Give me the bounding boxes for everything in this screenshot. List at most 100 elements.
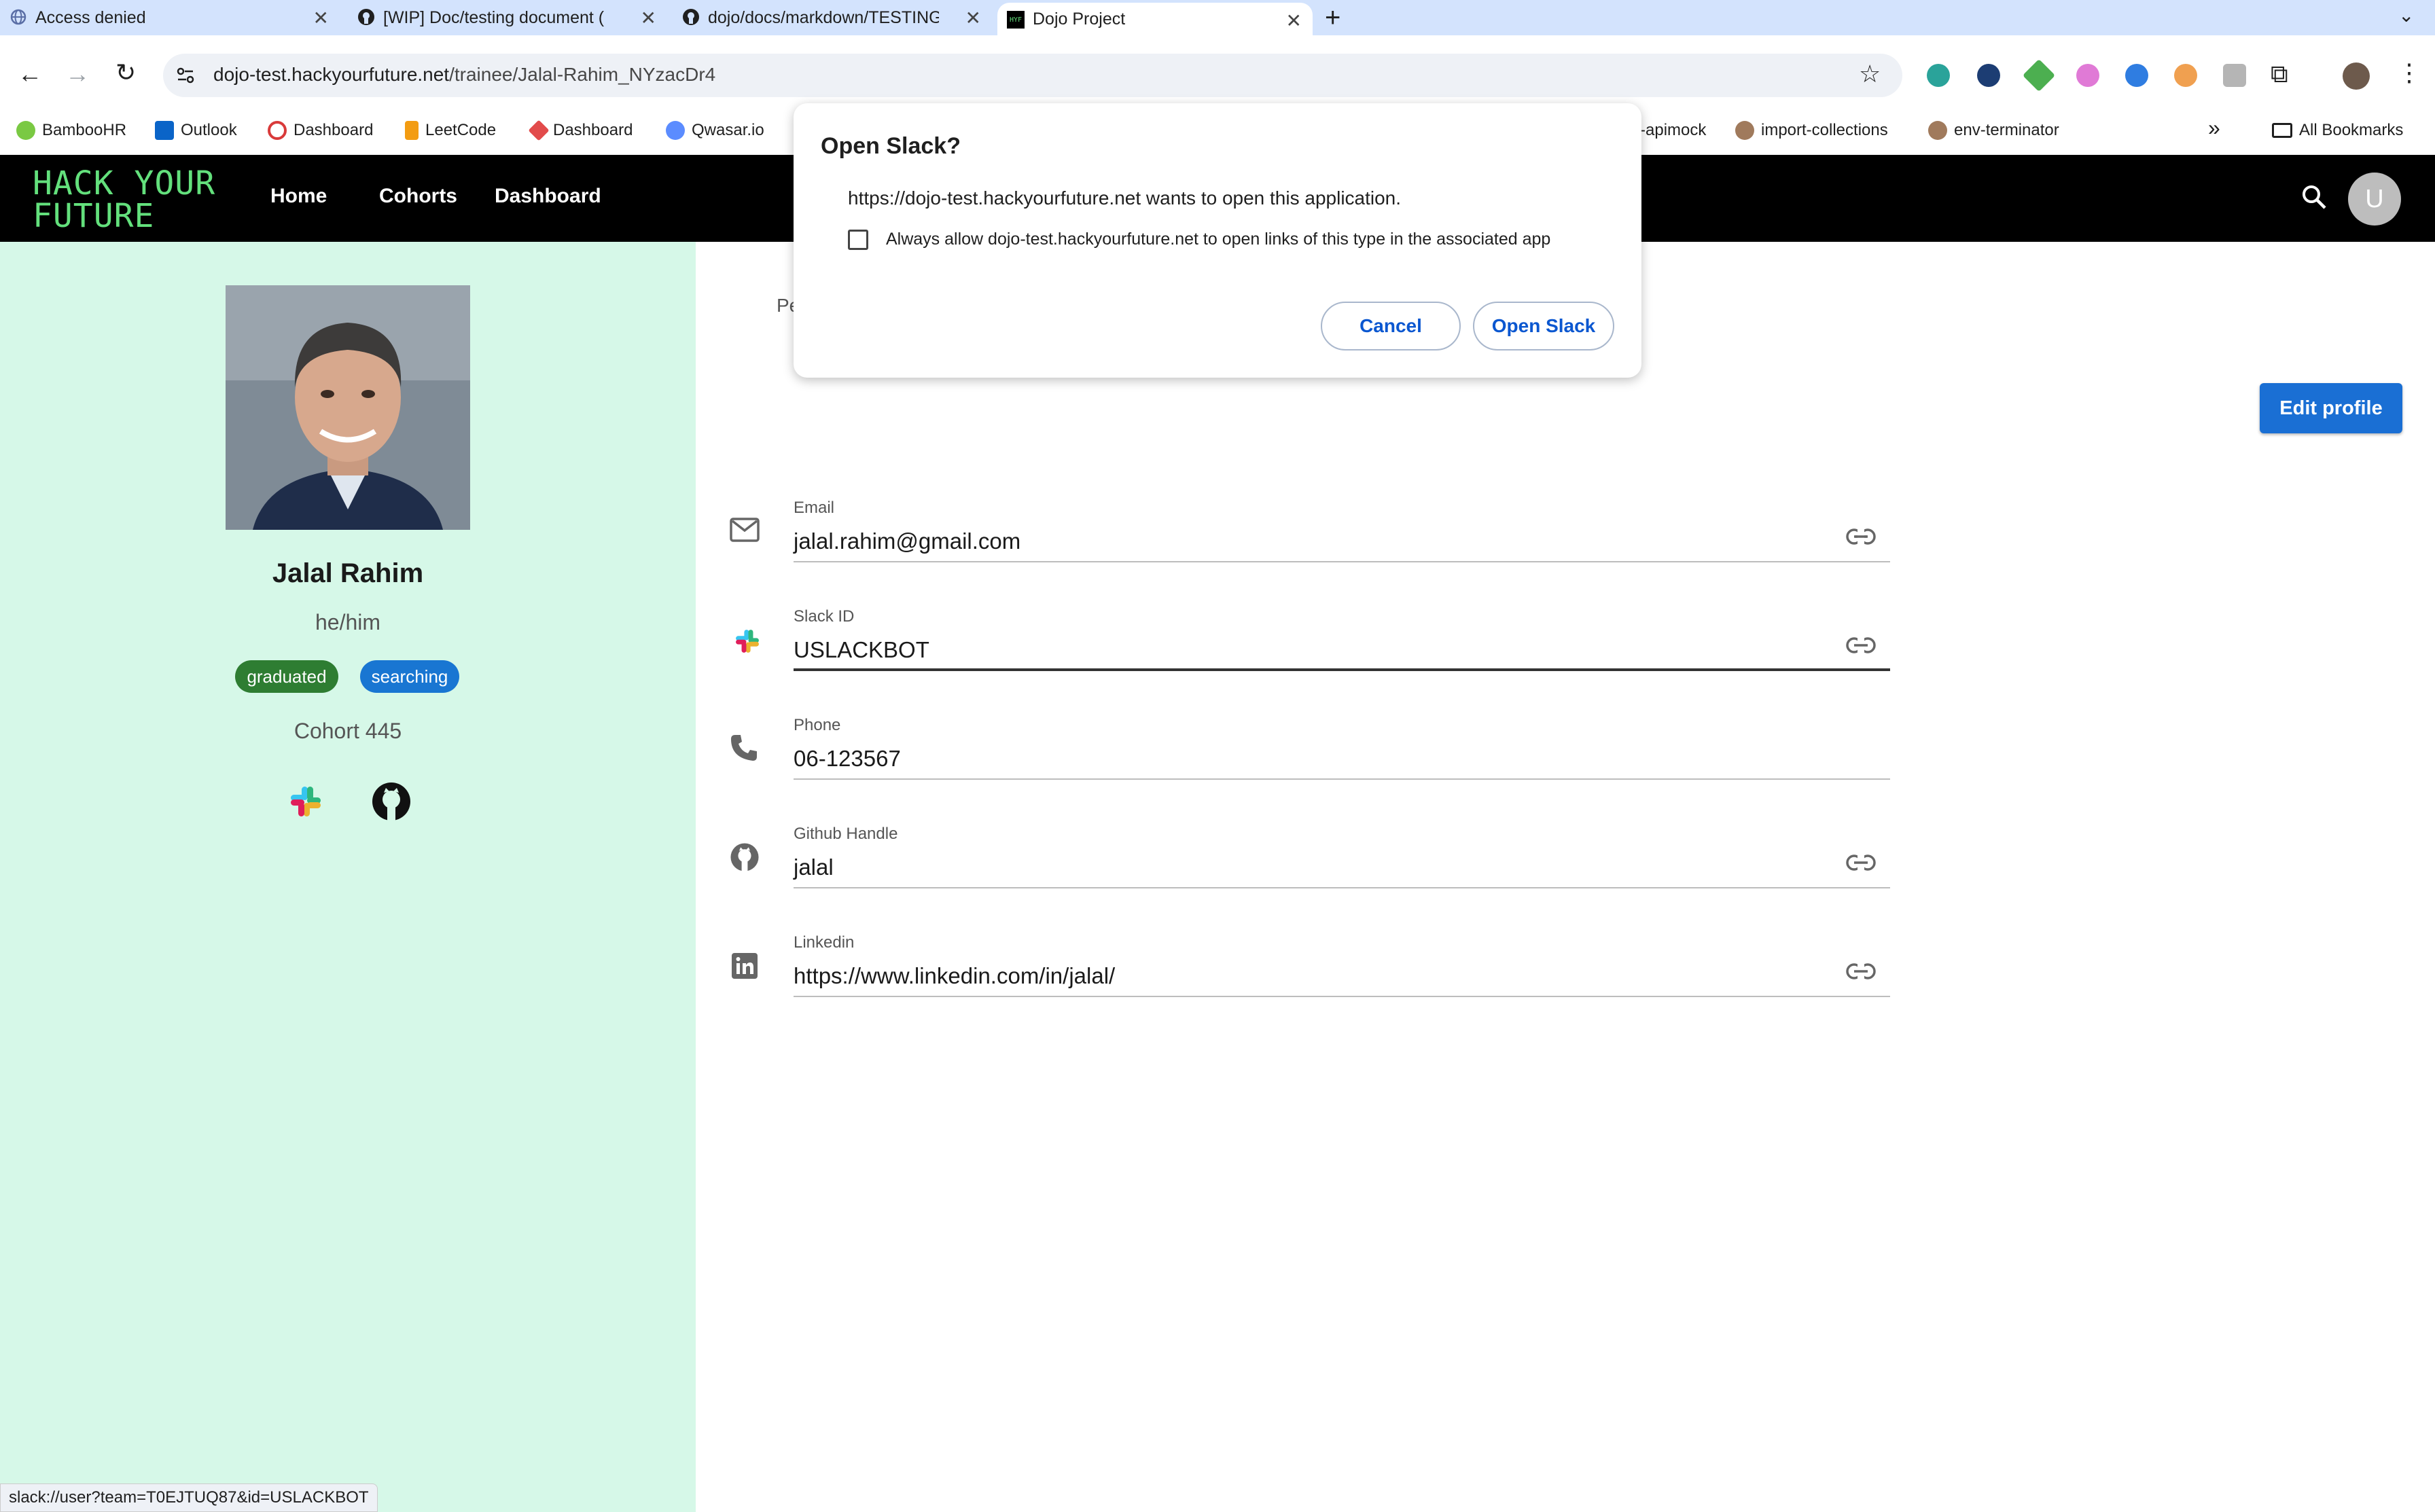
globe-icon — [10, 9, 26, 25]
link-icon[interactable] — [1845, 962, 1877, 981]
cancel-button[interactable]: Cancel — [1321, 302, 1461, 350]
github-handle-underline — [794, 887, 1890, 888]
all-bookmarks[interactable]: All Bookmarks — [2272, 120, 2403, 141]
phone-value[interactable]: 06-123567 — [794, 746, 901, 772]
bookmark-label: env-terminator — [1954, 121, 2059, 139]
close-tab-icon[interactable]: ✕ — [1286, 10, 1302, 32]
user-avatar[interactable]: U — [2348, 173, 2401, 226]
extension-gray-icon[interactable] — [2223, 64, 2246, 87]
more-bookmarks-icon[interactable]: » — [2208, 115, 2220, 141]
dashboard-icon — [268, 121, 287, 140]
reload-icon[interactable]: ↻ — [115, 58, 136, 87]
tab-wip-doc[interactable]: [WIP] Doc/testing document ( ✕ — [348, 0, 667, 35]
bookmark-leetcode[interactable]: LeetCode — [405, 120, 496, 141]
bookmark-bamboohr[interactable]: BambooHR — [16, 120, 126, 141]
tab-title: dojo/docs/markdown/TESTING — [708, 7, 939, 27]
link-icon[interactable] — [1845, 527, 1877, 546]
bookmark-dashboard-1[interactable]: Dashboard — [268, 120, 373, 141]
bookmark-star-icon[interactable]: ☆ — [1859, 60, 1881, 88]
profile-pronouns: he/him — [315, 610, 381, 634]
close-tab-icon[interactable]: ✕ — [313, 7, 329, 29]
url-host: dojo-test.hackyourfuture.net — [213, 64, 450, 85]
tab-dojo-project[interactable]: HYF Dojo Project ✕ — [997, 3, 1313, 35]
browser-profile-avatar[interactable] — [2343, 62, 2370, 90]
folder-icon — [2272, 123, 2292, 138]
bookmark-apimock[interactable]: -apimock — [1640, 120, 1706, 141]
linkedin-value[interactable]: https://www.linkedin.com/in/jalal/ — [794, 963, 1115, 989]
slack-id-underline — [794, 668, 1890, 671]
always-allow-checkbox[interactable] — [848, 230, 868, 250]
link-icon[interactable] — [1845, 636, 1877, 655]
bookmark-dashboard-2[interactable]: Dashboard — [528, 120, 633, 141]
extensions-puzzle-icon[interactable]: ⧉ — [2271, 60, 2288, 89]
bookmark-env-terminator[interactable]: env-terminator — [1928, 120, 2059, 141]
email-label: Email — [794, 499, 835, 517]
dialog-message: https://dojo-test.hackyourfuture.net wan… — [848, 187, 1402, 209]
phone-label: Phone — [794, 716, 841, 734]
forward-arrow-icon[interactable]: → — [65, 60, 90, 88]
search-icon[interactable] — [2300, 183, 2328, 211]
linkedin-underline — [794, 996, 1890, 997]
nav-dashboard[interactable]: Dashboard — [495, 185, 601, 208]
email-value[interactable]: jalal.rahim@gmail.com — [794, 528, 1020, 554]
browser-menu-icon[interactable]: ⋮ — [2397, 58, 2421, 87]
linkedin-label: Linkedin — [794, 933, 855, 952]
nav-cohorts[interactable]: Cohorts — [379, 185, 457, 208]
bookmark-outlook[interactable]: Outlook — [155, 120, 237, 141]
tab-title: Dojo Project — [1033, 9, 1126, 29]
bookmark-label: Dashboard — [553, 121, 633, 139]
edit-profile-button[interactable]: Edit profile — [2260, 383, 2402, 433]
profile-photo — [226, 285, 470, 530]
email-icon — [730, 518, 760, 542]
extension-r-icon[interactable] — [2125, 64, 2148, 87]
logo-line-1: HACK YOUR — [33, 164, 216, 202]
bookmark-qwasar[interactable]: Qwasar.io — [666, 120, 764, 141]
extension-m-icon[interactable] — [1927, 64, 1950, 87]
slack-id-value[interactable]: USLACKBOT — [794, 637, 929, 663]
tab-title: Access denied — [35, 7, 146, 27]
tab-title: [WIP] Doc/testing document ( — [383, 7, 605, 27]
tab-testing-markdown[interactable]: dojo/docs/markdown/TESTING ✕ — [673, 0, 992, 35]
slack-icon[interactable] — [288, 784, 323, 819]
email-underline — [794, 561, 1890, 562]
back-arrow-icon[interactable]: ← — [18, 60, 42, 88]
bookmark-import-collections[interactable]: import-collections — [1735, 120, 1888, 141]
extension-color-heart-icon[interactable] — [2076, 64, 2099, 87]
close-tab-icon[interactable]: ✕ — [641, 7, 656, 29]
bookmark-label: BambooHR — [42, 121, 127, 139]
github-handle-value[interactable]: jalal — [794, 854, 834, 880]
profile-name: Jalal Rahim — [272, 558, 424, 588]
leetcode-icon — [405, 121, 419, 140]
extension-bug-icon[interactable] — [2174, 64, 2197, 87]
close-tab-icon[interactable]: ✕ — [965, 7, 981, 29]
github-icon — [730, 843, 759, 871]
nav-home[interactable]: Home — [270, 185, 327, 208]
site-settings-icon[interactable] — [174, 64, 197, 87]
status-badge-searching: searching — [360, 660, 459, 693]
github-icon[interactable] — [371, 781, 412, 822]
tab-search-chevron-icon[interactable]: ⌄ — [2398, 4, 2414, 26]
link-icon[interactable] — [1845, 853, 1877, 872]
slack-dashboard-icon — [528, 120, 550, 141]
bookmark-label: Qwasar.io — [692, 121, 764, 139]
profile-cohort: Cohort 445 — [294, 719, 402, 743]
status-badge-graduated: graduated — [235, 660, 338, 693]
hyf-logo[interactable]: HACK YOUR FUTURE — [33, 167, 215, 232]
all-bookmarks-label: All Bookmarks — [2299, 121, 2404, 139]
tab-access-denied[interactable]: Access denied ✕ — [0, 0, 340, 35]
new-tab-button[interactable]: + — [1325, 3, 1340, 33]
open-slack-button[interactable]: Open Slack — [1473, 302, 1614, 350]
linkedin-icon — [732, 953, 758, 979]
extension-heart-icon[interactable] — [1977, 64, 2000, 87]
url-path: /trainee/Jalal-Rahim_NYzacDr4 — [449, 64, 716, 85]
user-avatar-icon — [1735, 121, 1754, 140]
bookmark-label: Outlook — [181, 121, 237, 139]
bookmark-label: LeetCode — [425, 121, 497, 139]
github-handle-label: Github Handle — [794, 825, 898, 843]
bookmark-label: Dashboard — [294, 121, 374, 139]
github-icon — [358, 9, 374, 25]
user-avatar-icon — [1928, 121, 1947, 140]
bamboohr-icon — [16, 121, 35, 140]
slack-id-label: Slack ID — [794, 607, 855, 626]
dialog-title: Open Slack? — [821, 133, 961, 159]
